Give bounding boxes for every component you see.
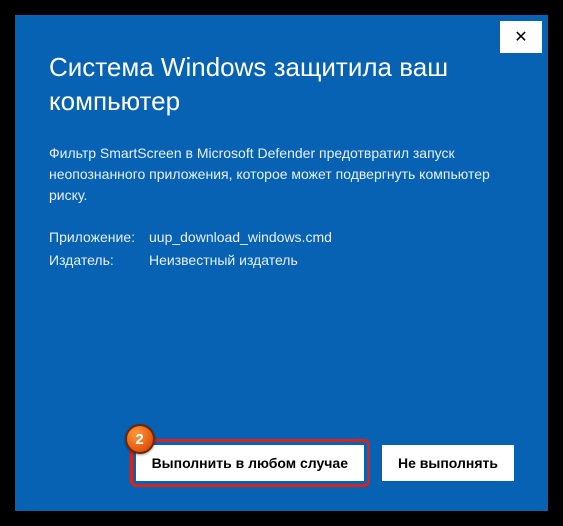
dialog-button-row: 2 Выполнить в любом случае Не выполнять <box>130 439 514 487</box>
screenshot-frame: ✕ Система Windows защитила ваш компьютер… <box>0 0 563 526</box>
close-icon: ✕ <box>514 27 527 47</box>
dialog-description: Фильтр SmartScreen в Microsoft Defender … <box>49 143 514 206</box>
app-value: uup_download_windows.cmd <box>149 226 332 250</box>
badge-number: 2 <box>135 431 143 448</box>
publisher-value: Неизвестный издатель <box>149 249 298 273</box>
detail-row-app: Приложение: uup_download_windows.cmd <box>49 226 514 250</box>
publisher-label: Издатель: <box>49 249 149 273</box>
highlight-annotation: 2 Выполнить в любом случае <box>130 439 370 487</box>
dialog-title: Система Windows защитила ваш компьютер <box>49 51 514 119</box>
dont-run-button[interactable]: Не выполнять <box>382 445 514 481</box>
step-badge: 2 <box>125 424 155 454</box>
smartscreen-dialog: ✕ Система Windows защитила ваш компьютер… <box>15 15 548 511</box>
detail-row-publisher: Издатель: Неизвестный издатель <box>49 249 514 273</box>
close-button[interactable]: ✕ <box>500 21 542 53</box>
app-details: Приложение: uup_download_windows.cmd Изд… <box>49 226 514 274</box>
run-anyway-button[interactable]: Выполнить в любом случае <box>136 445 364 481</box>
app-label: Приложение: <box>49 226 149 250</box>
